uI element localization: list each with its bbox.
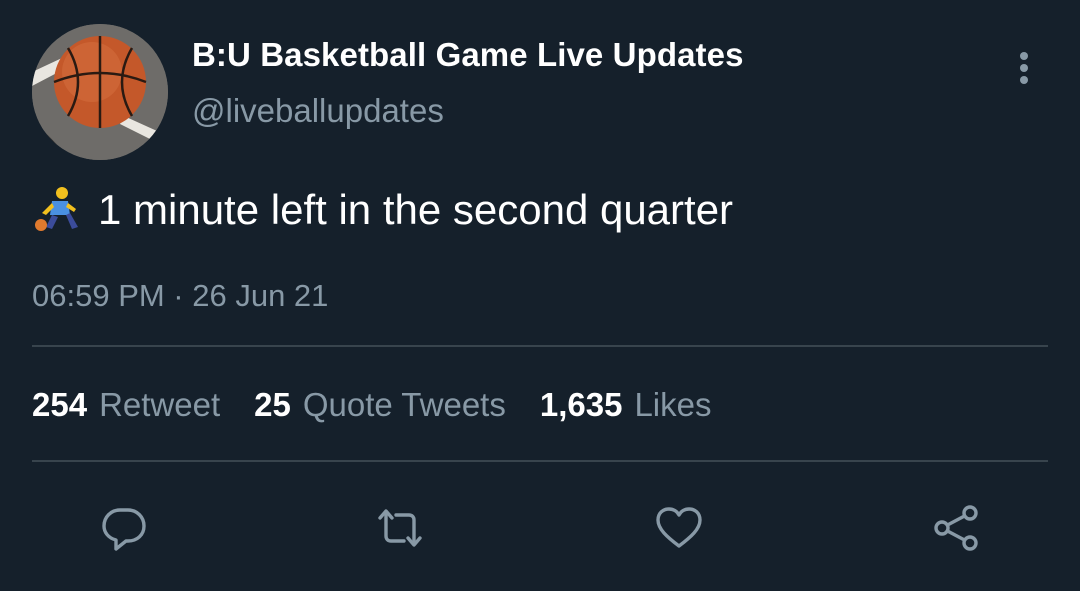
more-vertical-icon[interactable]	[1008, 48, 1040, 88]
divider	[32, 345, 1048, 347]
share-icon	[934, 505, 978, 551]
like-button[interactable]	[651, 500, 707, 556]
display-name[interactable]: B:U Basketball Game Live Updates	[192, 36, 744, 74]
retweet-icon	[378, 509, 422, 547]
tweet-card: B:U Basketball Game Live Updates @liveba…	[0, 0, 1080, 591]
engagement-stats: 254 Retweet 25 Quote Tweets 1,635 Likes	[32, 386, 746, 424]
reply-icon	[102, 508, 146, 551]
quote-tweets-label: Quote Tweets	[302, 386, 506, 423]
retweet-button[interactable]	[372, 500, 428, 556]
heart-icon	[656, 507, 702, 548]
quote-tweets-stat[interactable]: 25 Quote Tweets	[254, 386, 506, 424]
tweet-timestamp[interactable]: 06:59 PM · 26 Jun 21	[32, 278, 328, 314]
quote-tweets-count: 25	[254, 386, 291, 423]
retweet-count: 254	[32, 386, 88, 423]
user-handle[interactable]: @liveballupdates	[192, 92, 444, 130]
divider	[32, 460, 1048, 462]
avatar[interactable]	[32, 24, 168, 160]
tweet-text: 1 minute left in the second quarter	[98, 186, 734, 233]
tweet-text-row: 1 minute left in the second quarter	[32, 185, 733, 235]
person-bouncing-ball-emoji	[32, 185, 82, 235]
share-button[interactable]	[928, 500, 984, 556]
retweet-stat[interactable]: 254 Retweet	[32, 386, 220, 424]
basketball-avatar-image	[32, 24, 168, 160]
likes-count: 1,635	[539, 386, 623, 423]
likes-label: Likes	[634, 386, 712, 423]
likes-stat[interactable]: 1,635 Likes	[540, 386, 712, 424]
reply-button[interactable]	[96, 500, 152, 556]
retweet-label: Retweet	[99, 386, 221, 423]
